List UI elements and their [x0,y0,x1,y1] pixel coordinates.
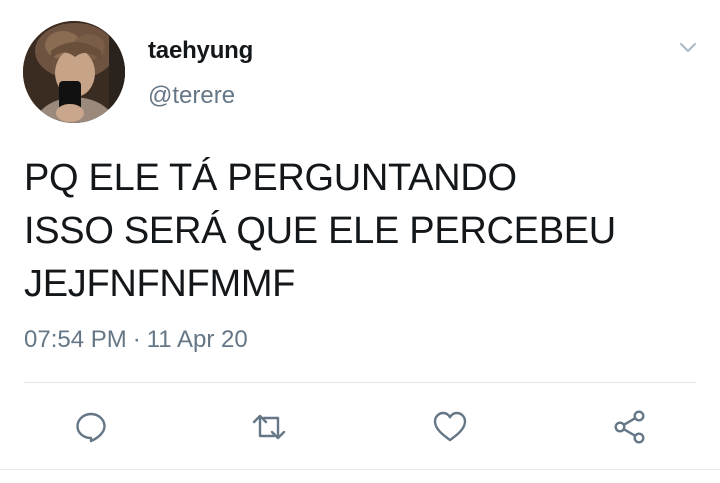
card-bottom-border [0,469,720,470]
divider [24,382,696,383]
tweet-time: 07:54 PM [24,326,127,353]
tweet-date: 11 Apr 20 [146,326,248,353]
like-button[interactable] [427,404,473,450]
avatar[interactable] [23,21,125,123]
tweet-text: PQ ELE TÁ PERGUNTANDO ISSO SERÁ QUE ELE … [24,152,704,311]
tweet-menu-button[interactable] [674,36,702,60]
user-handle[interactable]: @terere [148,82,235,110]
share-button[interactable] [607,404,653,450]
retweet-icon [252,414,286,440]
tweet-card: taehyung @terere PQ ELE TÁ PERGUNTANDO I… [0,0,720,483]
reply-icon [76,412,106,443]
chevron-down-icon [680,43,696,52]
tweet-text-line: JEJFNFNFMMF [24,263,296,305]
retweet-button[interactable] [246,404,292,450]
tweet-text-line: ISSO SERÁ QUE ELE PERCEBEU [24,210,616,252]
display-name[interactable]: taehyung [148,37,253,65]
tweet-actions [0,404,720,450]
heart-icon [433,411,467,442]
tweet-text-line: PQ ELE TÁ PERGUNTANDO [24,157,517,199]
share-icon [614,410,645,444]
reply-button[interactable] [68,404,114,450]
tweet-timestamp[interactable]: 07:54 PM · 11 Apr 20 [24,326,248,354]
meta-separator: · [132,326,141,353]
avatar-photo [23,21,125,123]
